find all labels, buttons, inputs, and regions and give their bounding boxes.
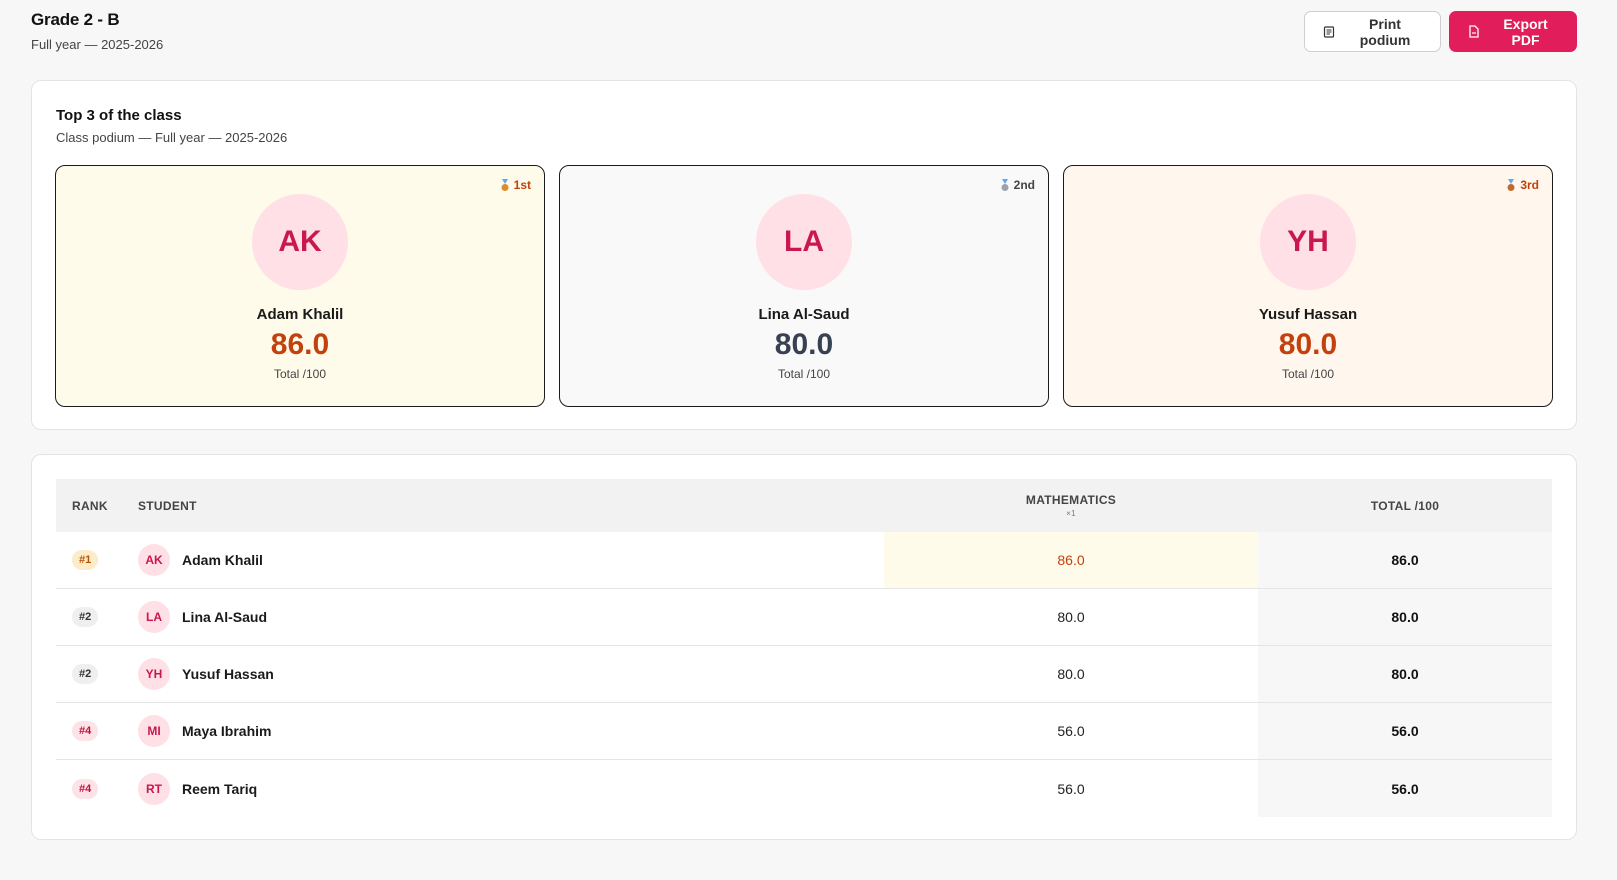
podium-second: 2nd LA Lina Al-Saud 80.0 Total /100 bbox=[559, 165, 1049, 407]
score-label: Total /100 bbox=[273, 367, 327, 381]
avatar: YH bbox=[1260, 194, 1356, 290]
table-row[interactable]: #4 MI Maya Ibrahim 56.0 56.0 bbox=[56, 703, 1552, 760]
header-mathematics-weight: ×1 bbox=[1066, 509, 1076, 518]
podium-card: Top 3 of the class Class podium — Full y… bbox=[31, 80, 1577, 430]
table-row[interactable]: #4 RT Reem Tariq 56.0 56.0 bbox=[56, 760, 1552, 817]
avatar: AK bbox=[138, 544, 170, 576]
header-total[interactable]: TOTAL /100 bbox=[1258, 479, 1552, 532]
student-name: Reem Tariq bbox=[182, 780, 258, 797]
student-name: Lina Al-Saud bbox=[758, 306, 850, 323]
avatar: YH bbox=[138, 658, 170, 690]
header-mathematics[interactable]: MATHEMATICS ×1 bbox=[884, 479, 1258, 532]
medal-icon bbox=[500, 178, 510, 192]
math-score: 80.0 bbox=[1057, 666, 1085, 682]
ranking-table-card: RANK STUDENT MATHEMATICS ×1 TOTAL /100 #… bbox=[31, 454, 1577, 840]
header-mathematics-label: MATHEMATICS bbox=[1025, 493, 1117, 507]
table-row[interactable]: #2 LA Lina Al-Saud 80.0 80.0 bbox=[56, 589, 1552, 646]
score-label: Total /100 bbox=[777, 367, 831, 381]
header-rank[interactable]: RANK bbox=[56, 499, 138, 513]
table-header: RANK STUDENT MATHEMATICS ×1 TOTAL /100 bbox=[56, 479, 1552, 532]
place-badge: 3rd bbox=[1506, 178, 1539, 192]
medal-icon bbox=[1506, 178, 1516, 192]
print-podium-label: Print podium bbox=[1359, 15, 1411, 48]
export-pdf-button[interactable]: Export PDF bbox=[1449, 11, 1577, 52]
place-badge: 2nd bbox=[1000, 178, 1035, 192]
document-icon bbox=[1323, 25, 1335, 38]
total-score: 86.0 bbox=[1258, 532, 1552, 588]
place-label: 2nd bbox=[1013, 178, 1035, 192]
rank-badge: #1 bbox=[72, 550, 99, 570]
header-student[interactable]: STUDENT bbox=[138, 499, 884, 513]
page-header: Grade 2 - B Full year — 2025-2026 Print … bbox=[31, 10, 1577, 60]
avatar: RT bbox=[138, 772, 170, 805]
student-score: 86.0 bbox=[270, 328, 330, 361]
table-row[interactable]: #1 AK Adam Khalil 86.0 86.0 bbox=[56, 532, 1552, 589]
rank-badge: #2 bbox=[72, 607, 99, 627]
total-score: 80.0 bbox=[1258, 646, 1552, 702]
podium-row: 1st AK Adam Khalil 86.0 Total /100 2nd L… bbox=[55, 165, 1553, 407]
avatar: MI bbox=[138, 715, 170, 747]
avatar: LA bbox=[756, 194, 852, 290]
header-actions: Print podium Export PDF bbox=[1304, 11, 1577, 52]
podium-header: Top 3 of the class Class podium — Full y… bbox=[56, 107, 287, 145]
student-name: Maya Ibrahim bbox=[182, 723, 272, 739]
podium-title: Top 3 of the class bbox=[56, 107, 182, 124]
ranking-table: RANK STUDENT MATHEMATICS ×1 TOTAL /100 #… bbox=[56, 479, 1552, 817]
student-name: Adam Khalil bbox=[182, 552, 263, 568]
student-name: Yusuf Hassan bbox=[1258, 306, 1358, 323]
pdf-file-icon bbox=[1468, 25, 1480, 38]
podium-third: 3rd YH Yusuf Hassan 80.0 Total /100 bbox=[1063, 165, 1553, 407]
avatar: LA bbox=[138, 601, 170, 633]
math-score: 56.0 bbox=[1057, 723, 1085, 739]
place-label: 3rd bbox=[1520, 178, 1539, 192]
math-score: 80.0 bbox=[1057, 609, 1085, 625]
total-score: 80.0 bbox=[1258, 589, 1552, 645]
rank-badge: #4 bbox=[72, 721, 99, 741]
student-name: Adam Khalil bbox=[256, 306, 344, 323]
total-score: 56.0 bbox=[1258, 703, 1552, 759]
podium-first: 1st AK Adam Khalil 86.0 Total /100 bbox=[55, 165, 545, 407]
total-score: 56.0 bbox=[1258, 760, 1552, 817]
score-label: Total /100 bbox=[1281, 367, 1335, 381]
math-score: 86.0 bbox=[884, 532, 1258, 588]
student-name: Lina Al-Saud bbox=[182, 609, 268, 625]
rank-badge: #2 bbox=[72, 664, 99, 684]
place-badge: 1st bbox=[500, 178, 531, 192]
rank-badge: #4 bbox=[72, 778, 99, 799]
place-label: 1st bbox=[513, 178, 531, 192]
medal-icon bbox=[1000, 178, 1010, 192]
student-score: 80.0 bbox=[774, 328, 834, 361]
export-pdf-label: Export PDF bbox=[1503, 15, 1548, 48]
math-score: 56.0 bbox=[1057, 780, 1085, 797]
student-score: 80.0 bbox=[1278, 328, 1338, 361]
student-name: Yusuf Hassan bbox=[182, 666, 274, 682]
print-podium-button[interactable]: Print podium bbox=[1304, 11, 1441, 52]
table-row[interactable]: #2 YH Yusuf Hassan 80.0 80.0 bbox=[56, 646, 1552, 703]
avatar: AK bbox=[252, 194, 348, 290]
podium-subtitle: Class podium — Full year — 2025-2026 bbox=[56, 130, 288, 145]
